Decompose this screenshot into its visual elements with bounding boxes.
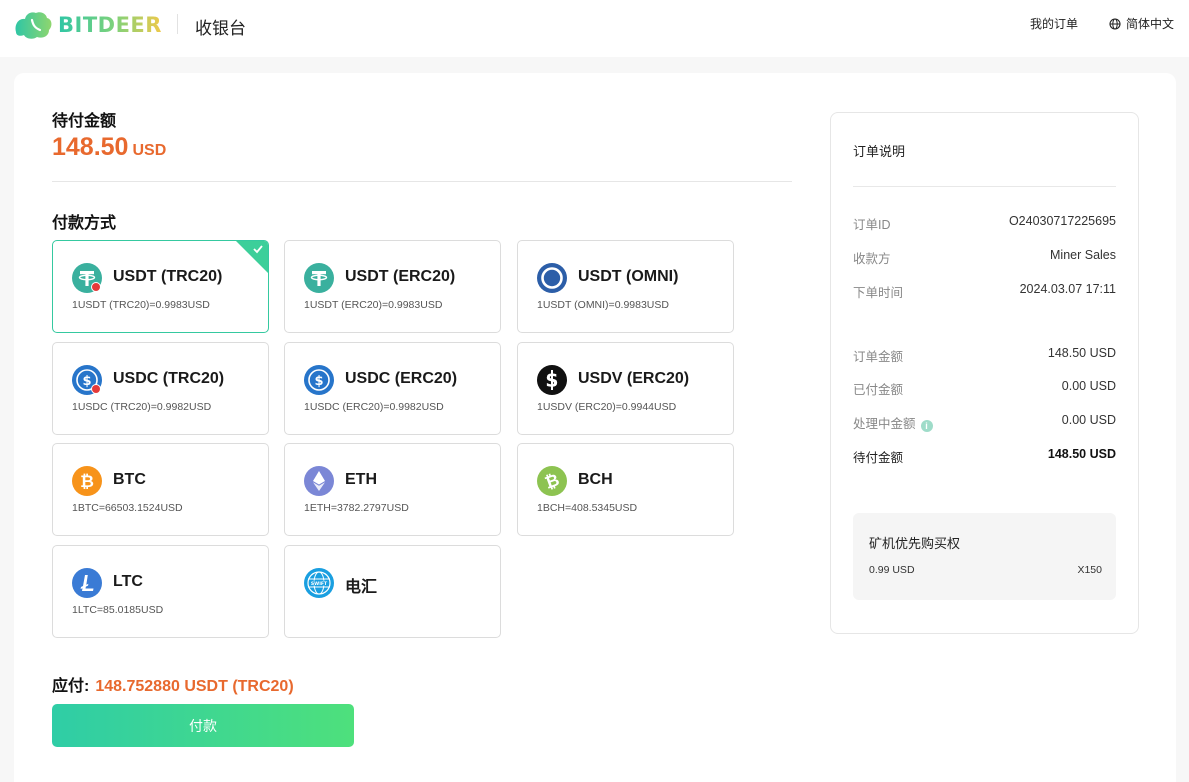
- payee-value: Miner Sales: [1050, 248, 1116, 262]
- language-label: 简体中文: [1126, 17, 1175, 31]
- svg-text:₿: ₿: [80, 472, 94, 492]
- order-item-title: 矿机优先购买权: [869, 536, 961, 551]
- tether-icon: [304, 263, 334, 293]
- language-selector[interactable]: 简体中文: [1109, 15, 1174, 32]
- payment-option-name: USDT (TRC20): [113, 268, 223, 285]
- paid-amount-label: 已付金额: [853, 383, 904, 397]
- due-amount-label: 待付金额: [52, 113, 117, 130]
- top-bar: BITDEER 收银台 我的订单 简体中文: [0, 0, 1189, 57]
- payable-amount: 应付: 148.752880 USDT (TRC20): [52, 672, 294, 696]
- order-id-value: O24030717225695: [1008, 214, 1116, 228]
- payment-option-name: USDT (ERC20): [345, 268, 456, 285]
- divider: [52, 181, 792, 182]
- svg-text:$: $: [82, 374, 91, 389]
- my-orders-link[interactable]: 我的订单: [1030, 15, 1078, 32]
- due-amount-currency: USD: [132, 142, 167, 159]
- due-amount: 148.50 USD: [52, 133, 166, 162]
- payment-option-rate: 1BCH=408.5345USD: [537, 502, 638, 514]
- payment-option-name: USDV (ERC20): [578, 370, 690, 387]
- order-amount-value: 148.50 USD: [1047, 346, 1116, 360]
- paid-amount-value: 0.00 USD: [1061, 379, 1116, 393]
- payment-option-wire-transfer[interactable]: SWIFT 电汇: [284, 545, 501, 638]
- svg-text:SWIFT: SWIFT: [311, 581, 328, 587]
- order-summary-panel: 订单说明 订单ID O24030717225695 收款方 Miner Sale…: [830, 112, 1139, 634]
- payment-option-bch[interactable]: ₿ BCH 1BCH=408.5345USD: [517, 443, 734, 536]
- order-item-card: 矿机优先购买权 0.99 USD X150: [853, 513, 1116, 600]
- bitcoin-icon: ₿: [72, 466, 102, 496]
- usdv-icon: S: [537, 365, 567, 395]
- payment-option-rate: 1USDT (TRC20)=0.9983USD: [72, 299, 210, 311]
- payment-option-name: ETH: [345, 471, 377, 488]
- payment-option-name: BCH: [578, 471, 613, 488]
- payment-option-name: USDT (OMNI): [578, 268, 679, 285]
- processing-amount-value: 0.00 USD: [1061, 413, 1116, 427]
- bitdeer-logo[interactable]: BITDEER: [13, 10, 162, 40]
- payment-option-name: LTC: [113, 573, 143, 590]
- globe-icon: [1109, 17, 1121, 30]
- logo-text: BITDEER: [58, 13, 162, 37]
- payment-option-name: USDC (ERC20): [345, 370, 458, 387]
- payment-option-usdt-trc20[interactable]: USDT (TRC20) 1USDT (TRC20)=0.9983USD: [52, 240, 269, 333]
- order-id-label: 订单ID: [853, 218, 891, 232]
- payment-option-rate: 1USDC (ERC20)=0.9982USD: [304, 401, 444, 413]
- order-amount-label: 订单金额: [853, 350, 904, 364]
- payment-method-label: 付款方式: [52, 215, 117, 232]
- payment-option-rate: 1LTC=85.0185USD: [72, 604, 164, 616]
- ethereum-icon: [304, 466, 334, 496]
- header-divider: [177, 14, 178, 34]
- order-summary-title: 订单说明: [853, 144, 906, 159]
- payment-option-ltc[interactable]: LTC 1LTC=85.0185USD: [52, 545, 269, 638]
- payment-option-rate: 1USDT (ERC20)=0.9983USD: [304, 299, 443, 311]
- payment-option-rate: 1BTC=66503.1524USD: [72, 502, 183, 514]
- page-title: 收银台: [195, 19, 246, 38]
- payment-option-name: 电汇: [345, 579, 378, 596]
- order-time-value: 2024.03.07 17:11: [1019, 282, 1116, 296]
- pay-button[interactable]: 付款: [52, 704, 354, 747]
- swift-icon: SWIFT: [304, 568, 334, 598]
- processing-amount-label: 处理中金额: [853, 417, 916, 431]
- payment-option-usdc-erc20[interactable]: $ USDC (ERC20) 1USDC (ERC20)=0.9982USD: [284, 342, 501, 435]
- tether-icon: [72, 263, 102, 293]
- payable-value: 148.752880 USDT (TRC20): [95, 678, 294, 695]
- order-item-price: 0.99 USD: [869, 564, 915, 576]
- payment-option-eth[interactable]: ETH 1ETH=3782.2797USD: [284, 443, 501, 536]
- payment-option-btc[interactable]: ₿ BTC 1BTC=66503.1524USD: [52, 443, 269, 536]
- omni-icon: [537, 263, 567, 293]
- info-icon[interactable]: i: [920, 420, 933, 432]
- payment-option-usdc-trc20[interactable]: $ USDC (TRC20) 1USDC (TRC20)=0.9982USD: [52, 342, 269, 435]
- order-item-quantity: X150: [1077, 564, 1102, 576]
- payment-option-rate: 1USDT (OMNI)=0.9983USD: [537, 299, 669, 311]
- due-amount-summary-value: 148.50 USD: [1047, 447, 1116, 461]
- payee-label: 收款方: [853, 252, 891, 266]
- due-amount-value: 148.50: [52, 133, 129, 161]
- payment-option-usdt-omni[interactable]: USDT (OMNI) 1USDT (OMNI)=0.9983USD: [517, 240, 734, 333]
- processing-amount-row: 处理中金额 i: [853, 413, 933, 432]
- payment-option-usdt-erc20[interactable]: USDT (ERC20) 1USDT (ERC20)=0.9983USD: [284, 240, 501, 333]
- payment-option-name: USDC (TRC20): [113, 370, 225, 387]
- order-time-label: 下单时间: [853, 286, 904, 300]
- payment-option-name: BTC: [113, 471, 146, 488]
- svg-text:$: $: [314, 374, 323, 389]
- usdc-icon: $: [72, 365, 102, 395]
- payment-option-usdv-erc20[interactable]: S USDV (ERC20) 1USDV (ERC20)=0.9944USD: [517, 342, 734, 435]
- payment-option-rate: 1USDC (TRC20)=0.9982USD: [72, 401, 212, 413]
- litecoin-icon: [72, 568, 102, 598]
- checkmark-icon: [253, 245, 263, 254]
- divider: [853, 186, 1116, 187]
- payable-label: 应付:: [52, 678, 90, 695]
- due-amount-summary-label: 待付金额: [853, 451, 904, 465]
- payment-option-rate: 1ETH=3782.2797USD: [304, 502, 409, 514]
- bitcoin-cash-icon: ₿: [537, 466, 567, 496]
- deer-logo-icon: [15, 12, 52, 39]
- payment-option-rate: 1USDV (ERC20)=0.9944USD: [537, 401, 677, 413]
- usdc-icon: $: [304, 365, 334, 395]
